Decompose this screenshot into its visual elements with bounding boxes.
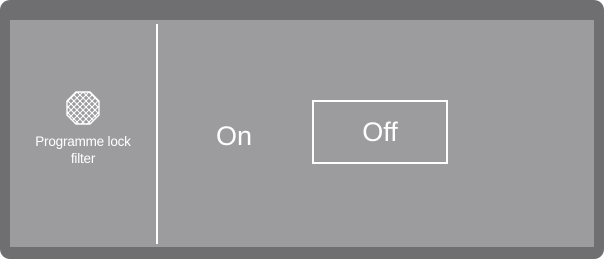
panel-divider — [156, 24, 158, 244]
program-label-line1: Programme lock — [35, 133, 131, 149]
option-on-button[interactable]: On — [196, 116, 272, 156]
program-panel: Programme lock filter — [10, 20, 156, 247]
option-off-button[interactable]: Off — [312, 100, 448, 164]
display-screen: Programme lock filter On Off — [10, 20, 594, 247]
display-bezel: Programme lock filter On Off — [0, 0, 604, 259]
program-label-line2: filter — [70, 150, 96, 166]
lock-filter-icon — [66, 90, 100, 125]
program-label: Programme lock filter — [10, 133, 156, 167]
